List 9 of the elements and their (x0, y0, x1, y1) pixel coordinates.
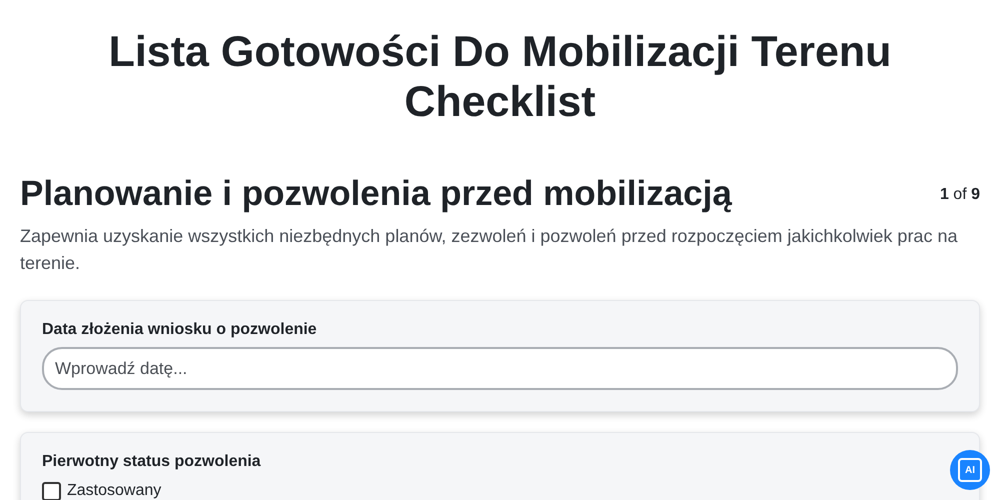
page-title: Lista Gotowości Do Mobilizacji Terenu Checklist (108, 27, 892, 127)
section-description: Zapewnia uzyskanie wszystkich niezbędnych planów, zezwoleń i pozwoleń przed rozpoczęciem jakichkolwiek prac na terenie. (20, 225, 958, 275)
checkbox[interactable] (42, 482, 61, 500)
date-field[interactable]: Wprowadź datę... (42, 347, 958, 390)
checkbox-label: Zastosowany (67, 481, 162, 500)
page-counter: 1 of 9 (940, 185, 980, 205)
section-heading: Planowanie i pozwolenia przed mobilizacją (20, 173, 732, 215)
question-label: Data złożenia wniosku o pozwolenie (42, 320, 318, 340)
question-label: Pierwotny status pozwolenia (42, 452, 262, 472)
